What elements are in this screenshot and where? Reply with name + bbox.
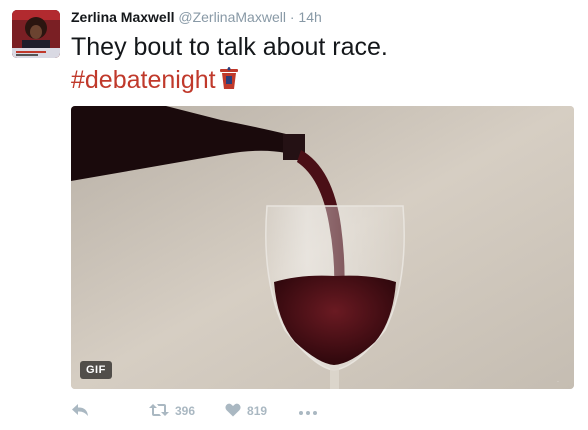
like-button[interactable]: 819 xyxy=(225,403,267,420)
tweet-header: Zerlina Maxwell @ZerlinaMaxwell · 14h xyxy=(71,9,322,25)
tweet-text: They bout to talk about race. #debatenig… xyxy=(71,31,571,100)
tweet: Zerlina Maxwell @ZerlinaMaxwell · 14h Th… xyxy=(0,0,588,430)
hashtag-link[interactable]: #debatenight xyxy=(71,66,216,94)
retweet-icon xyxy=(149,403,169,420)
like-count: 819 xyxy=(247,404,268,418)
podium-icon xyxy=(219,66,239,100)
reply-button[interactable] xyxy=(71,403,91,420)
retweet-button[interactable]: 396 xyxy=(149,403,195,420)
tweet-timestamp[interactable]: 14h xyxy=(298,9,321,25)
more-icon xyxy=(299,404,318,418)
user-screen-name[interactable]: @ZerlinaMaxwell xyxy=(178,9,286,25)
svg-text:.: . xyxy=(557,377,559,384)
more-button[interactable] xyxy=(299,404,318,418)
tweet-text-line: They bout to talk about race. xyxy=(71,33,388,61)
reply-icon xyxy=(71,403,89,420)
header-separator: · xyxy=(289,9,295,25)
tweet-actions: 396 819 xyxy=(71,401,318,421)
retweet-count: 396 xyxy=(175,404,196,418)
tweet-hashtag-line: #debatenight xyxy=(71,64,571,100)
heart-icon xyxy=(225,403,241,420)
gif-badge: GIF xyxy=(80,361,112,379)
avatar[interactable] xyxy=(12,10,60,58)
gif-media[interactable]: . GIF xyxy=(71,106,574,389)
user-fullname[interactable]: Zerlina Maxwell xyxy=(71,9,174,25)
